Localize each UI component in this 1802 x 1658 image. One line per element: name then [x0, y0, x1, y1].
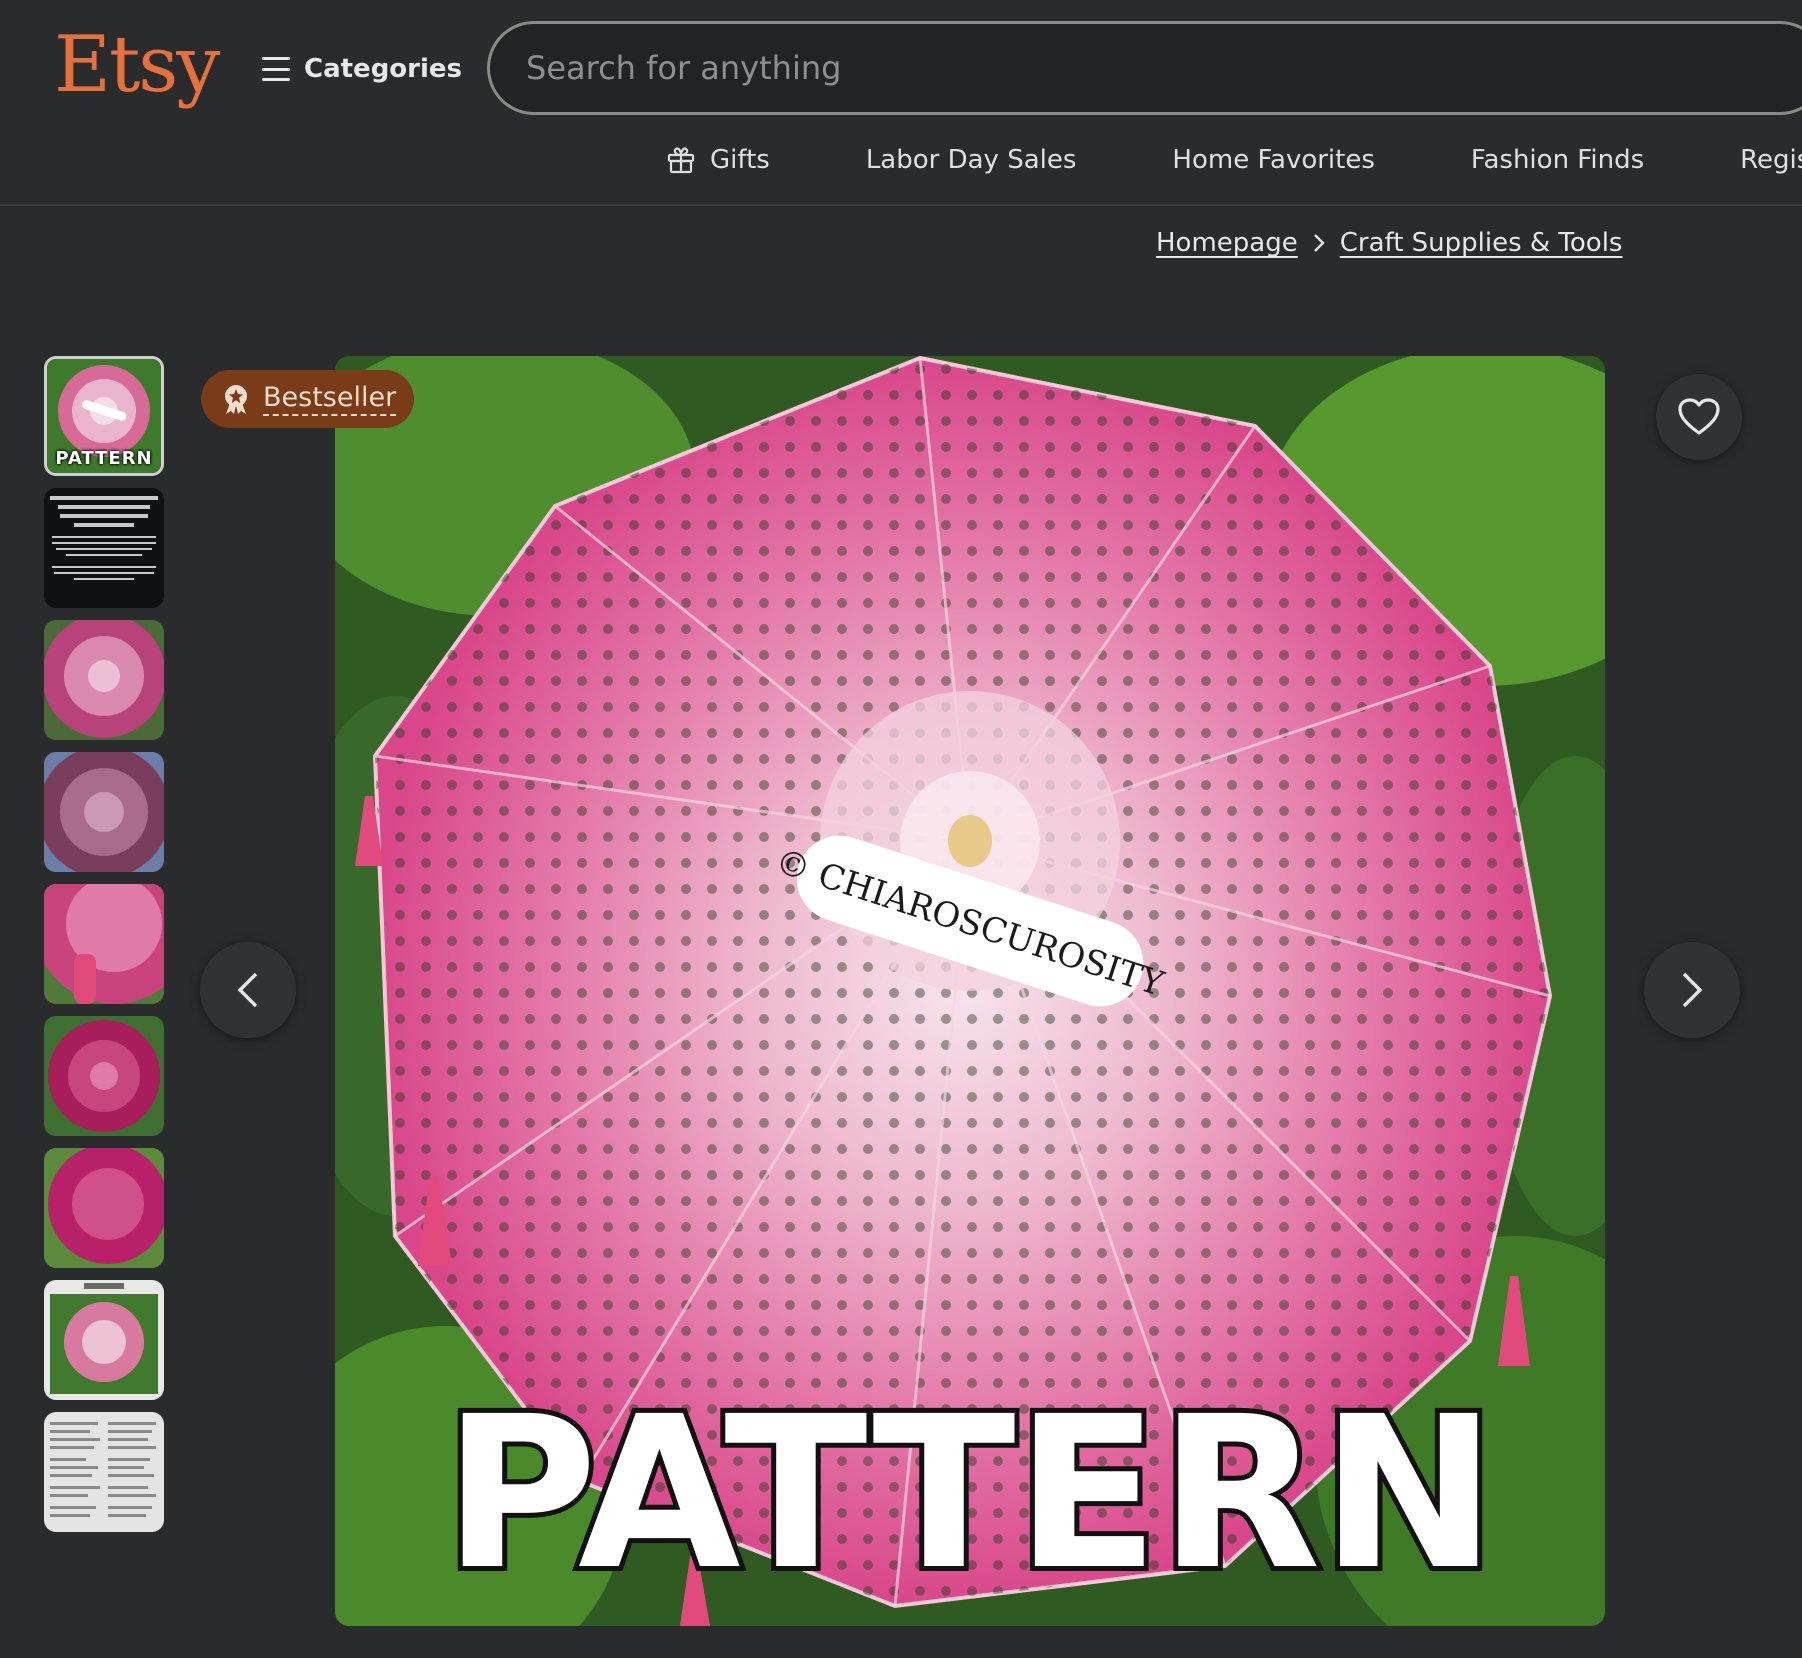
- thumbnail-image: [44, 752, 164, 872]
- categories-button[interactable]: Categories: [262, 48, 462, 90]
- gift-icon: [667, 147, 695, 174]
- nav-item-registry[interactable]: Regis: [1740, 145, 1802, 175]
- thumbnail[interactable]: [44, 488, 164, 608]
- thumbnail[interactable]: [44, 620, 164, 740]
- bestseller-badge[interactable]: Bestseller: [201, 370, 415, 428]
- nav-item-label: Gifts: [710, 145, 770, 175]
- thumbnail[interactable]: [44, 1016, 164, 1136]
- thumbnail[interactable]: [44, 1148, 164, 1268]
- etsy-logo[interactable]: Etsy: [54, 20, 220, 110]
- nav-item-home-favorites[interactable]: Home Favorites: [1172, 145, 1375, 175]
- heart-icon: [1678, 398, 1720, 435]
- thumbnail-image: [44, 1016, 164, 1136]
- nav-item-labor-day-sales[interactable]: Labor Day Sales: [866, 145, 1077, 175]
- thumbnail[interactable]: [44, 1412, 164, 1532]
- breadcrumb-link-homepage[interactable]: Homepage: [1156, 228, 1298, 258]
- nav-item-fashion-finds[interactable]: Fashion Finds: [1471, 145, 1644, 175]
- thumbnail[interactable]: [44, 1280, 164, 1400]
- chevron-left-icon: [237, 972, 258, 1008]
- chevron-right-icon: [1682, 972, 1703, 1008]
- breadcrumb: Homepage Craft Supplies & Tools: [1156, 228, 1622, 258]
- thumbnail[interactable]: [44, 884, 164, 1004]
- thumbnail-image: [44, 488, 164, 608]
- thumbnail-list: PATTERN: [44, 356, 164, 1544]
- main-product-image[interactable]: © CHIAROSCUROSITY PATTERN: [335, 356, 1605, 1626]
- top-nav: Gifts Labor Day Sales Home Favorites Fas…: [666, 139, 1802, 181]
- hamburger-icon: [262, 57, 290, 81]
- thumbnail[interactable]: PATTERN: [44, 356, 164, 476]
- award-ribbon-icon: [225, 385, 247, 414]
- nav-item-label: Labor Day Sales: [865, 145, 1077, 175]
- thumbnail-image: [44, 1148, 164, 1268]
- breadcrumb-link-craft-supplies[interactable]: Craft Supplies & Tools: [1340, 228, 1623, 258]
- thumbnail[interactable]: [44, 752, 164, 872]
- categories-label: Categories: [304, 54, 463, 84]
- chevron-right-icon: [1313, 234, 1325, 252]
- thumbnail-label: PATTERN: [55, 448, 153, 469]
- favorite-button[interactable]: [1656, 374, 1742, 460]
- thumbnail-image: [44, 1412, 164, 1532]
- search-input[interactable]: [487, 21, 1802, 115]
- nav-item-label: Home Favorites: [1172, 145, 1375, 175]
- bestseller-label: Bestseller: [263, 382, 397, 416]
- product-photo: © CHIAROSCUROSITY PATTERN: [335, 356, 1605, 1626]
- thumbnail-image: [44, 884, 164, 1004]
- next-image-button[interactable]: [1644, 942, 1740, 1038]
- nav-item-label: Fashion Finds: [1470, 145, 1645, 175]
- thumbnail-image: [44, 620, 164, 740]
- thumbnail-image: [44, 1280, 164, 1400]
- nav-item-label: Regis: [1740, 145, 1802, 175]
- nav-item-gifts[interactable]: Gifts: [666, 145, 770, 175]
- site-header: Etsy Categories Gifts Labor Day Sales Ho…: [0, 0, 1802, 206]
- previous-image-button[interactable]: [200, 942, 296, 1038]
- image-caption: PATTERN: [443, 1371, 1496, 1616]
